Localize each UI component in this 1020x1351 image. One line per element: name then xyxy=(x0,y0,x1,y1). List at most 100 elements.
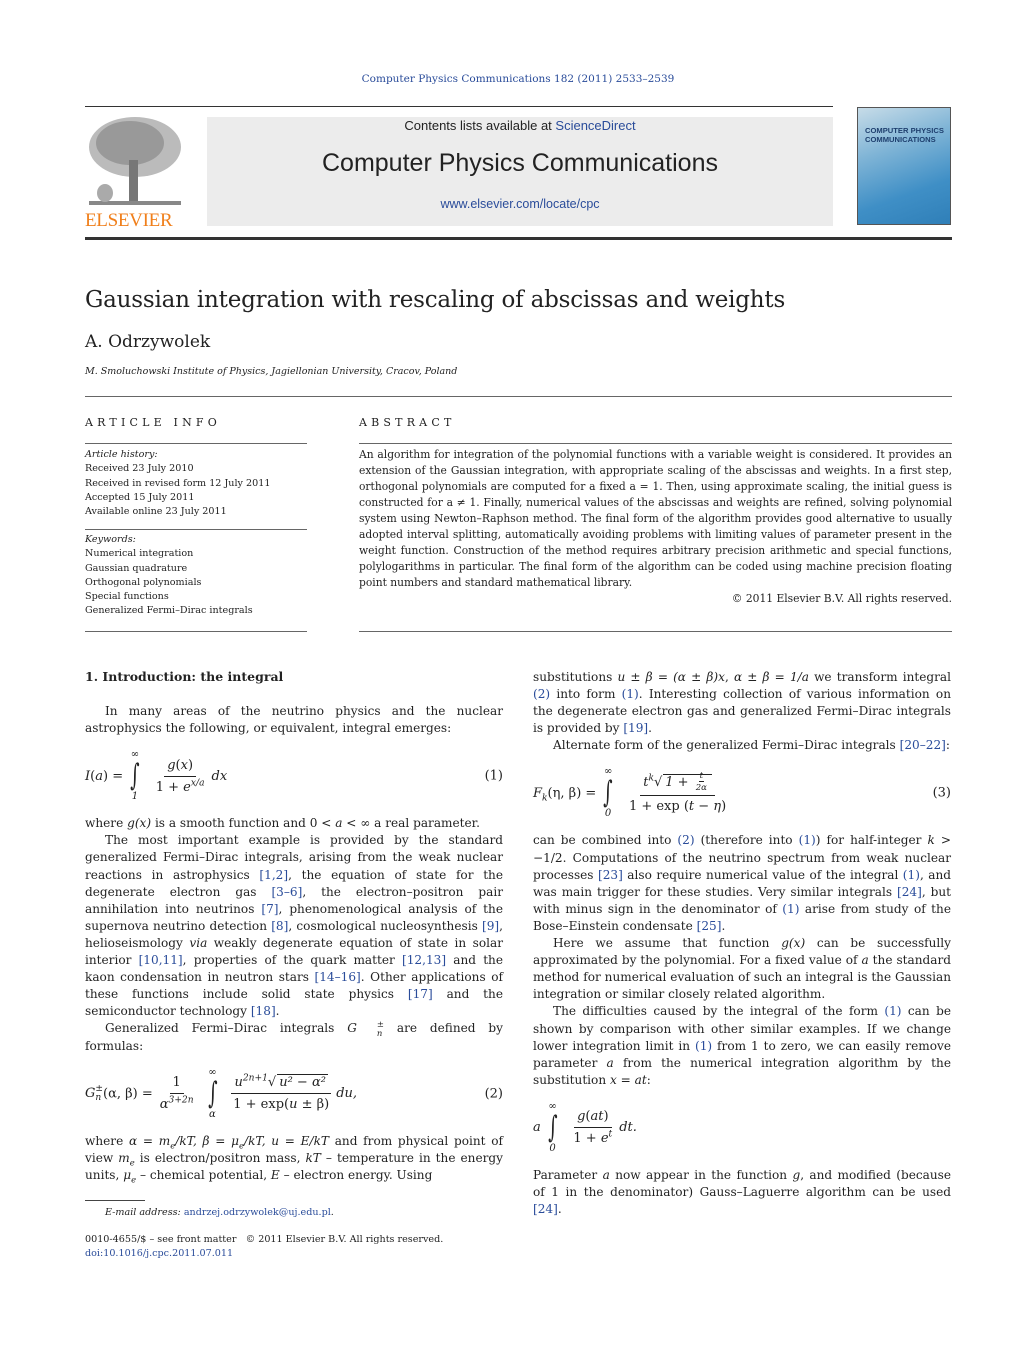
citation-link[interactable]: [3–6] xyxy=(271,885,302,899)
citation-link[interactable]: [24] xyxy=(533,1202,558,1216)
math-term: μe xyxy=(123,1167,136,1184)
text-run: Parameter xyxy=(533,1167,603,1182)
divider xyxy=(359,443,952,444)
math-term: a xyxy=(603,1168,610,1182)
equation-lhs: I(a) = xyxy=(85,768,123,785)
citation-link[interactable]: (1) xyxy=(799,833,816,847)
paragraph: where α = me/kT, β = μe/kT, u = E/kT and… xyxy=(85,1133,503,1184)
sqrt-content: 1 + t 2α xyxy=(663,771,712,792)
citation-link[interactable]: (1) xyxy=(884,1004,901,1018)
citation-link[interactable]: [8] xyxy=(271,919,288,933)
citation-link[interactable]: [25] xyxy=(697,919,722,933)
differential: dx xyxy=(211,768,228,784)
text-run: , properties of the quark matter xyxy=(182,953,402,968)
text-run: ) xyxy=(603,1109,608,1124)
equation-number: (1) xyxy=(484,768,503,784)
equation-lhs: a xyxy=(533,1119,541,1136)
citation-link[interactable]: [12,13] xyxy=(402,953,446,967)
citation-link[interactable]: [14–16] xyxy=(315,970,361,984)
citation-link[interactable]: (1) xyxy=(622,687,639,701)
citation-link[interactable]: [10,11] xyxy=(139,953,183,967)
paragraph: can be combined into (2) (therefore into… xyxy=(533,832,951,935)
elsevier-logo[interactable]: ELSEVIER xyxy=(85,115,185,231)
math-symbol: E xyxy=(270,1167,280,1182)
math-symbol: g xyxy=(167,757,176,773)
journal-url-link[interactable]: www.elsevier.com/locate/cpc xyxy=(207,197,833,211)
math-term: G ± n xyxy=(85,1084,103,1103)
text-run: where xyxy=(85,816,128,831)
math-term: x = at xyxy=(610,1073,647,1087)
sub-sup: ± n xyxy=(95,1084,103,1103)
math-symbol: μ xyxy=(123,1167,132,1182)
doi-link[interactable]: doi:10.1016/j.cpc.2011.07.011 xyxy=(85,1248,233,1259)
sciencedirect-link[interactable]: ScienceDirect xyxy=(555,118,635,133)
math-symbol: F xyxy=(533,785,543,801)
math-term: t − η xyxy=(689,799,721,814)
text-run: ) = xyxy=(103,769,123,784)
citation-link[interactable]: [23] xyxy=(598,868,623,882)
citation-link[interactable]: [20–22] xyxy=(900,738,946,752)
divider xyxy=(359,631,952,632)
text-run: In many areas of the neutrino physics an… xyxy=(85,704,503,736)
math-term: a xyxy=(607,1056,614,1070)
sqrt-content: u² − α² xyxy=(277,1074,328,1090)
math-term: α3+2n xyxy=(159,1096,194,1113)
abstract-text: An algorithm for integration of the poly… xyxy=(359,448,952,589)
paragraph: Generalized Fermi–Dirac integrals G ± n ar… xyxy=(85,1020,503,1054)
citation-link[interactable]: (2) xyxy=(533,687,550,701)
email-label: E-mail address: xyxy=(105,1207,184,1218)
text-run: The difficulties caused by the integral … xyxy=(553,1004,885,1019)
paragraph: Here we assume that function g(x) can be… xyxy=(533,935,951,1003)
journal-cover-image[interactable]: COMPUTER PHYSICS COMMUNICATIONS xyxy=(857,107,951,225)
citation-link[interactable]: [1,2] xyxy=(259,868,288,882)
subscript: n xyxy=(95,1092,102,1103)
math-term: kT xyxy=(305,1151,320,1165)
text-run: . xyxy=(648,721,653,736)
math-term: a xyxy=(533,1120,541,1135)
paragraph: The most important example is provided b… xyxy=(85,832,503,1020)
math-symbol: e xyxy=(600,1131,609,1147)
citation-link[interactable]: [17] xyxy=(408,987,433,1001)
integral: ∞ ∫ 0 xyxy=(600,767,616,819)
citation-link[interactable]: (1) xyxy=(782,902,799,916)
citation-link[interactable]: (2) xyxy=(677,833,694,847)
differential: du, xyxy=(336,1086,358,1102)
integral-sign-icon: ∫ xyxy=(207,1075,218,1111)
math-symbol: α xyxy=(159,1097,169,1113)
math-symbol: a xyxy=(606,1055,614,1070)
citation-link[interactable]: [9] xyxy=(482,919,499,933)
lower-limit: 0 xyxy=(604,808,612,820)
text-run: is a smooth function and 0 < xyxy=(151,816,336,831)
citation-link[interactable]: (1) xyxy=(695,1039,712,1053)
citation-link[interactable]: (1) xyxy=(903,868,920,882)
citation-link[interactable]: [19] xyxy=(623,721,648,735)
citation-link[interactable]: [7] xyxy=(261,902,278,916)
email-link[interactable]: andrzej.odrzywolek@uj.edu.pl xyxy=(184,1207,331,1218)
math-symbol: a xyxy=(602,1167,610,1182)
fraction: tk√ 1 + t 2α 1 + exp (t − η) xyxy=(626,771,729,815)
sub-sup: ± n xyxy=(357,1020,384,1037)
math-symbol: /kT, u = E/kT xyxy=(244,1133,329,1148)
text-run: Alternate form of the generalized Fermi–… xyxy=(553,738,900,753)
math-term: u2n+1 xyxy=(234,1074,267,1090)
math-symbol: m xyxy=(118,1150,130,1165)
math-symbol: α ± β = 1/a xyxy=(733,670,809,684)
citation-link[interactable]: [18] xyxy=(251,1004,276,1018)
journal-title: Computer Physics Communications xyxy=(322,149,718,177)
author-name: A. Odrzywolek xyxy=(85,332,211,352)
lower-limit: α xyxy=(209,1108,216,1120)
citation-link[interactable]: [24] xyxy=(897,885,922,899)
article-title: Gaussian integration with rescaling of a… xyxy=(85,287,786,313)
math-term: /kT, u = E/kT xyxy=(244,1134,329,1148)
equation-number: (2) xyxy=(484,1086,503,1102)
journal-reference-link[interactable]: Computer Physics Communications 182 (201… xyxy=(0,73,1020,85)
math-term: k xyxy=(927,833,934,847)
text-run: where xyxy=(85,1133,129,1148)
denominator: α3+2n xyxy=(157,1094,197,1113)
keywords-label: Keywords: xyxy=(85,534,136,545)
numerator: 1 xyxy=(169,1074,184,1095)
paragraph: In many areas of the neutrino physics an… xyxy=(85,703,503,737)
right-column: substitutions u ± β = (α ± β)x, α ± β = … xyxy=(533,669,951,1218)
article-info-heading: ARTICLE INFO xyxy=(85,416,221,429)
differential: dt. xyxy=(619,1120,637,1136)
